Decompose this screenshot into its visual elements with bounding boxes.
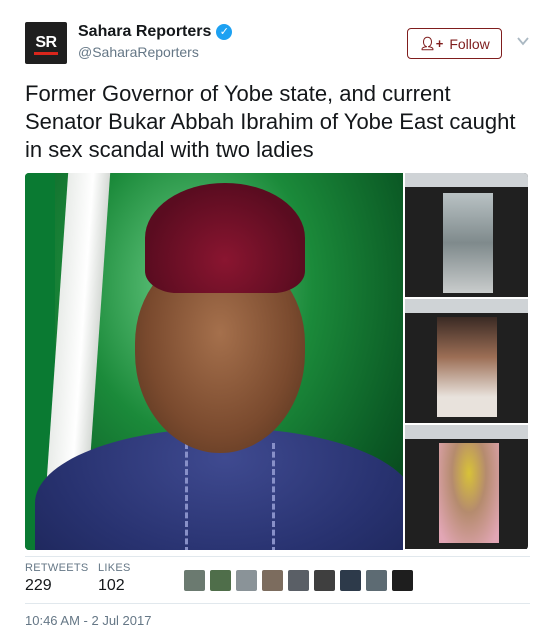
follow-button[interactable]: 👤︎+ Follow — [407, 28, 502, 59]
thumbnail-photo-3[interactable] — [405, 425, 528, 549]
liker-avatar[interactable] — [210, 570, 231, 591]
handle[interactable]: @SaharaReporters — [78, 44, 232, 60]
thumbnail-scene — [443, 193, 493, 293]
account-name-block[interactable]: Sahara Reporters ✓ @SaharaReporters — [78, 23, 233, 60]
thumbnail-column — [405, 173, 528, 550]
likes-label: LIKES — [98, 562, 131, 574]
liker-avatar[interactable] — [236, 570, 257, 591]
tweet-timestamp[interactable]: 10:46 AM - 2 Jul 2017 — [25, 613, 151, 628]
liker-avatar[interactable] — [262, 570, 283, 591]
liker-avatar[interactable] — [392, 570, 413, 591]
display-name-text: Sahara Reporters — [78, 23, 212, 40]
liker-avatar[interactable] — [366, 570, 387, 591]
cap — [145, 183, 305, 293]
thumbnail-scene — [437, 317, 497, 417]
liker-avatar[interactable] — [340, 570, 361, 591]
divider — [25, 603, 530, 604]
thumbnail-photo-1[interactable] — [405, 173, 528, 297]
robe-embroidery — [185, 443, 275, 550]
avatar-accent-bar — [34, 52, 58, 55]
thumbnail-scene — [439, 443, 499, 543]
liker-avatars — [184, 570, 413, 591]
thumbnail-photo-2[interactable] — [405, 299, 528, 423]
liker-avatar[interactable] — [288, 570, 309, 591]
thumbnail-toolbar — [405, 173, 528, 187]
verified-badge-icon: ✓ — [216, 24, 233, 40]
thumbnail-toolbar — [405, 425, 528, 439]
media-grid[interactable] — [25, 173, 528, 550]
likes-stat[interactable]: LIKES 102 — [98, 562, 131, 595]
likes-count: 102 — [98, 577, 125, 594]
divider — [25, 556, 530, 557]
thumbnail-toolbar — [405, 299, 528, 313]
display-name[interactable]: Sahara Reporters ✓ — [78, 23, 233, 41]
liker-avatar[interactable] — [184, 570, 205, 591]
follow-button-label: Follow — [449, 35, 490, 52]
tweet-header: SR Sahara Reporters ✓ @SaharaReporters 👤… — [25, 22, 535, 66]
retweets-label: RETWEETS — [25, 562, 89, 574]
retweets-count: 229 — [25, 577, 52, 594]
add-user-icon: 👤︎+ — [419, 35, 444, 51]
avatar[interactable]: SR — [25, 22, 67, 64]
chevron-down-icon[interactable] — [516, 34, 530, 48]
tweet-stats: RETWEETS 229 LIKES 102 — [25, 562, 530, 604]
avatar-text: SR — [35, 34, 57, 51]
retweets-stat[interactable]: RETWEETS 229 — [25, 562, 89, 595]
main-photo[interactable] — [25, 173, 403, 550]
tweet-text: Former Governor of Yobe state, and curre… — [25, 81, 516, 162]
liker-avatar[interactable] — [314, 570, 335, 591]
